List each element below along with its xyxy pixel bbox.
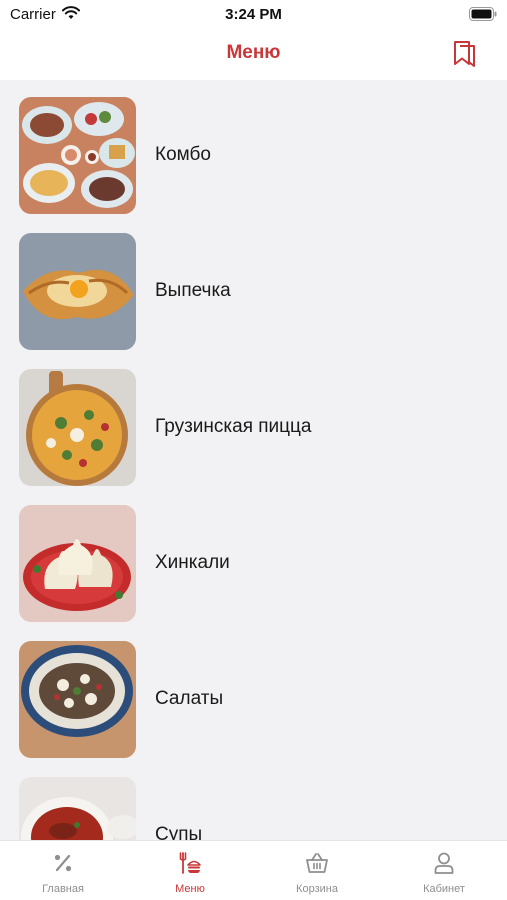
tab-menu[interactable]: Меню (127, 841, 253, 900)
khinkali-image (19, 505, 136, 622)
salad-image (19, 641, 136, 758)
category-label: Выпечка (155, 280, 231, 301)
tab-cart[interactable]: Корзина (254, 841, 380, 900)
status-bar: Carrier 3:24 PM (0, 0, 507, 30)
basket-icon (306, 853, 328, 873)
tab-bar: Главная Меню Корзина Кабинет (0, 840, 507, 900)
tab-label: Меню (175, 883, 205, 895)
category-item-soups[interactable]: Супы (0, 760, 507, 840)
tab-label: Кабинет (423, 883, 465, 895)
menu-food-icon (179, 852, 201, 874)
category-item-khinkali[interactable]: Хинкали (0, 488, 507, 624)
category-item-pizza[interactable]: Грузинская пицца (0, 352, 507, 488)
khachapuri-image (19, 233, 136, 350)
category-label: Комбо (155, 144, 211, 165)
bookmark-icon[interactable] (453, 40, 477, 68)
category-item-combo[interactable]: Комбо (0, 80, 507, 216)
category-label: Хинкали (155, 552, 230, 573)
tab-home[interactable]: Главная (0, 841, 126, 900)
tab-label: Корзина (296, 883, 338, 895)
combo-food-image (19, 97, 136, 214)
category-item-bakery[interactable]: Выпечка (0, 216, 507, 352)
status-time: 3:24 PM (225, 6, 282, 23)
soup-image (19, 777, 136, 840)
category-label: Грузинская пицца (155, 416, 312, 437)
page-title: Меню (226, 42, 281, 63)
person-icon (434, 852, 454, 874)
tab-account[interactable]: Кабинет (381, 841, 507, 900)
category-label: Салаты (155, 688, 224, 709)
percent-icon (54, 854, 72, 872)
category-list[interactable]: Комбо Выпечка Грузинская пицца Хинкали С… (0, 80, 507, 840)
category-item-salads[interactable]: Салаты (0, 624, 507, 760)
battery-icon (469, 7, 497, 21)
category-label: Супы (155, 824, 203, 840)
tab-label: Главная (42, 883, 84, 895)
header: Меню (0, 30, 507, 80)
pizza-image (19, 369, 136, 486)
